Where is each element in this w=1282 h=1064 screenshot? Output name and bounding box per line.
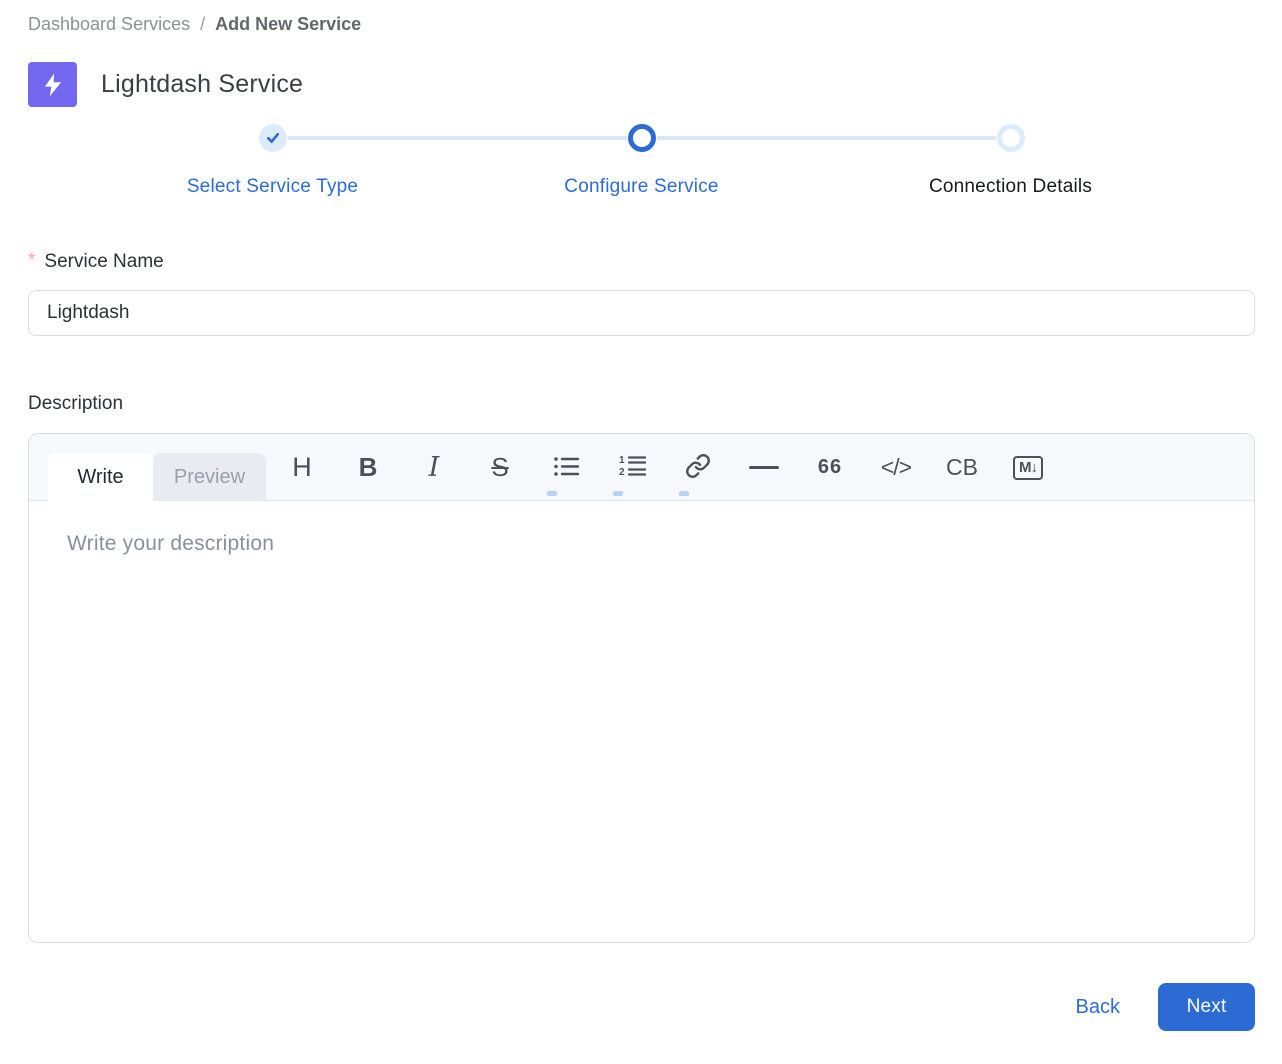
tab-write[interactable]: Write bbox=[48, 453, 153, 502]
italic-button[interactable]: I bbox=[401, 434, 467, 501]
italic-icon: I bbox=[429, 452, 440, 483]
toolbar-icons: H B I S bbox=[269, 434, 1061, 501]
svg-text:2: 2 bbox=[619, 467, 625, 478]
back-button[interactable]: Back bbox=[1076, 996, 1120, 1019]
step-completed-check-icon bbox=[259, 124, 287, 152]
unordered-list-button[interactable] bbox=[533, 434, 599, 501]
bold-button[interactable]: B bbox=[335, 434, 401, 501]
step-connector bbox=[288, 136, 458, 140]
breadcrumb: Dashboard Services / Add New Service bbox=[28, 14, 1255, 35]
code-icon: </> bbox=[881, 454, 911, 481]
breadcrumb-separator: / bbox=[200, 14, 205, 35]
step-configure-service[interactable]: Configure Service bbox=[457, 124, 826, 198]
stepper: Select Service Type Configure Service Co… bbox=[88, 124, 1195, 198]
unordered-list-icon bbox=[553, 455, 580, 481]
quote-icon: 66 bbox=[818, 456, 842, 479]
markdown-editor: Write Preview H B I S bbox=[28, 433, 1255, 943]
horizontal-rule-button[interactable] bbox=[731, 434, 797, 501]
editor-body bbox=[29, 501, 1254, 942]
description-label: Description bbox=[28, 393, 1255, 415]
svg-text:1: 1 bbox=[619, 455, 625, 466]
service-name-input[interactable] bbox=[28, 290, 1255, 336]
footer-actions: Back Next bbox=[28, 983, 1255, 1031]
step-select-service-type[interactable]: Select Service Type bbox=[88, 124, 457, 198]
tab-preview[interactable]: Preview bbox=[153, 453, 266, 501]
ordered-list-icon: 1 2 bbox=[619, 454, 646, 481]
step-upcoming-circle bbox=[997, 124, 1025, 152]
step-connector bbox=[657, 136, 827, 140]
service-name-label-row: * Service Name bbox=[28, 251, 1255, 273]
step-label: Configure Service bbox=[564, 176, 718, 198]
required-asterisk: * bbox=[28, 250, 35, 272]
breadcrumb-add-new-service: Add New Service bbox=[215, 14, 361, 35]
description-textarea[interactable] bbox=[29, 501, 1254, 942]
code-block-button[interactable]: CB bbox=[929, 434, 995, 501]
lightning-bolt-icon bbox=[28, 62, 77, 107]
heading-icon: H bbox=[292, 452, 312, 483]
bold-icon: B bbox=[359, 452, 378, 483]
step-label: Connection Details bbox=[929, 176, 1092, 198]
step-connector bbox=[826, 136, 996, 140]
heading-button[interactable]: H bbox=[269, 434, 335, 501]
link-icon bbox=[685, 453, 711, 482]
page-header: Lightdash Service bbox=[28, 62, 1255, 107]
code-block-icon: CB bbox=[946, 454, 978, 481]
breadcrumb-dashboard-services[interactable]: Dashboard Services bbox=[28, 14, 190, 35]
page-title: Lightdash Service bbox=[101, 70, 303, 99]
horizontal-rule-icon bbox=[749, 466, 779, 469]
markdown-icon: M↓ bbox=[1013, 456, 1043, 480]
step-active-circle bbox=[628, 124, 656, 152]
step-connector bbox=[457, 136, 627, 140]
link-button[interactable] bbox=[665, 434, 731, 501]
add-new-service-page: Dashboard Services / Add New Service Lig… bbox=[0, 0, 1282, 1031]
editor-toolbar: Write Preview H B I S bbox=[29, 434, 1254, 501]
step-connection-details[interactable]: Connection Details bbox=[826, 124, 1195, 198]
quote-button[interactable]: 66 bbox=[797, 434, 863, 501]
next-button[interactable]: Next bbox=[1158, 983, 1255, 1031]
step-label: Select Service Type bbox=[187, 176, 358, 198]
service-name-label: Service Name bbox=[44, 251, 163, 273]
ordered-list-button[interactable]: 1 2 bbox=[599, 434, 665, 501]
markdown-button[interactable]: M↓ bbox=[995, 434, 1061, 501]
strikethrough-icon: S bbox=[491, 452, 508, 483]
editor-tabs: Write Preview bbox=[48, 453, 266, 502]
code-button[interactable]: </> bbox=[863, 434, 929, 501]
strikethrough-button[interactable]: S bbox=[467, 434, 533, 501]
